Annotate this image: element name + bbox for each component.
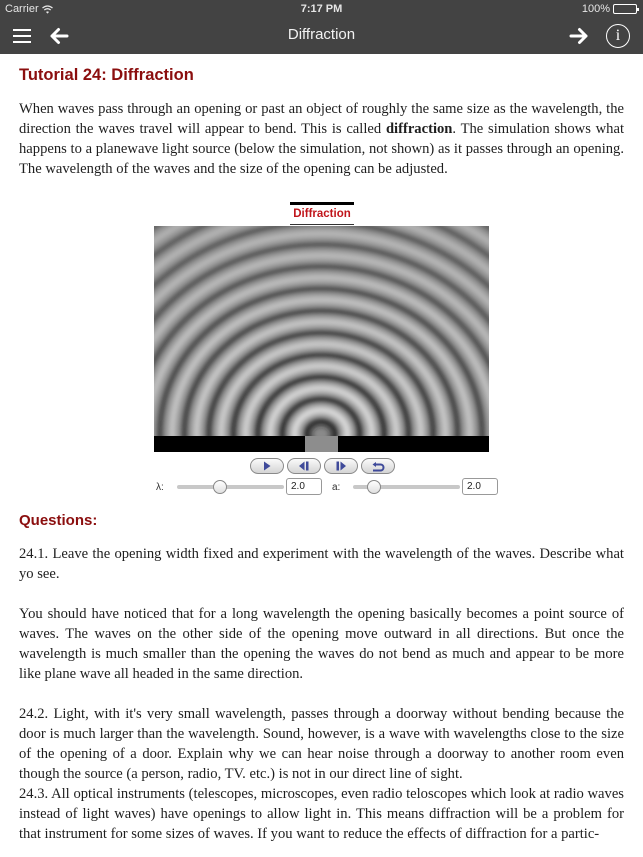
- reset-icon: [372, 461, 385, 471]
- wavelength-slider-thumb[interactable]: [212, 480, 227, 494]
- clock: 7:17 PM: [300, 3, 343, 15]
- battery-indicator: 100%: [581, 3, 639, 15]
- reset-button[interactable]: [361, 458, 395, 474]
- questions-heading: Questions:: [19, 512, 98, 529]
- forward-arrow-icon: [569, 28, 588, 44]
- diffraction-simulation[interactable]: [154, 226, 489, 452]
- wavelength-input[interactable]: [286, 478, 322, 495]
- step-forward-button[interactable]: [324, 458, 358, 474]
- forward-button[interactable]: [567, 22, 591, 50]
- status-bar: Carrier 7:17 PM 100%: [0, 0, 643, 18]
- battery-percent: 100%: [581, 3, 610, 15]
- tutorial-title: Tutorial 24: Diffraction: [19, 66, 194, 84]
- info-icon: i: [606, 24, 630, 48]
- intro-paragraph: When waves pass through an opening or pa…: [19, 99, 624, 179]
- aperture-input[interactable]: [462, 478, 498, 495]
- simulation-controls: [250, 458, 395, 474]
- aperture-label: a:: [332, 482, 341, 493]
- answer-24-1: You should have noticed that for a long …: [19, 606, 624, 682]
- page-title: Diffraction: [287, 26, 356, 43]
- intro-term: diffraction: [385, 121, 453, 137]
- battery-icon: [613, 4, 639, 14]
- top-bar: Carrier 7:17 PM 100% Diffraction i: [0, 0, 643, 54]
- play-button[interactable]: [250, 458, 284, 474]
- navigation-bar: Diffraction i: [0, 18, 643, 54]
- step-back-button[interactable]: [287, 458, 321, 474]
- simulation-tab[interactable]: Diffraction: [290, 202, 354, 225]
- aperture-slider-thumb[interactable]: [367, 480, 382, 494]
- wavelength-slider-track[interactable]: [177, 485, 284, 489]
- play-icon: [264, 461, 271, 471]
- slit-opening: [305, 436, 338, 452]
- info-button[interactable]: i: [605, 22, 631, 50]
- question-24-2: 24.2. Light, with it's very small wavele…: [19, 706, 624, 782]
- question-24-3: 24.3. All optical instruments (telescope…: [19, 786, 624, 842]
- step-forward-icon: [336, 461, 346, 471]
- step-back-icon: [299, 461, 309, 471]
- barrier-left: [154, 436, 305, 452]
- wave-field: [154, 226, 489, 452]
- wavelength-label: λ:: [156, 482, 164, 493]
- barrier-right: [338, 436, 489, 452]
- question-24-1: 24.1. Leave the opening width fixed and …: [19, 546, 624, 582]
